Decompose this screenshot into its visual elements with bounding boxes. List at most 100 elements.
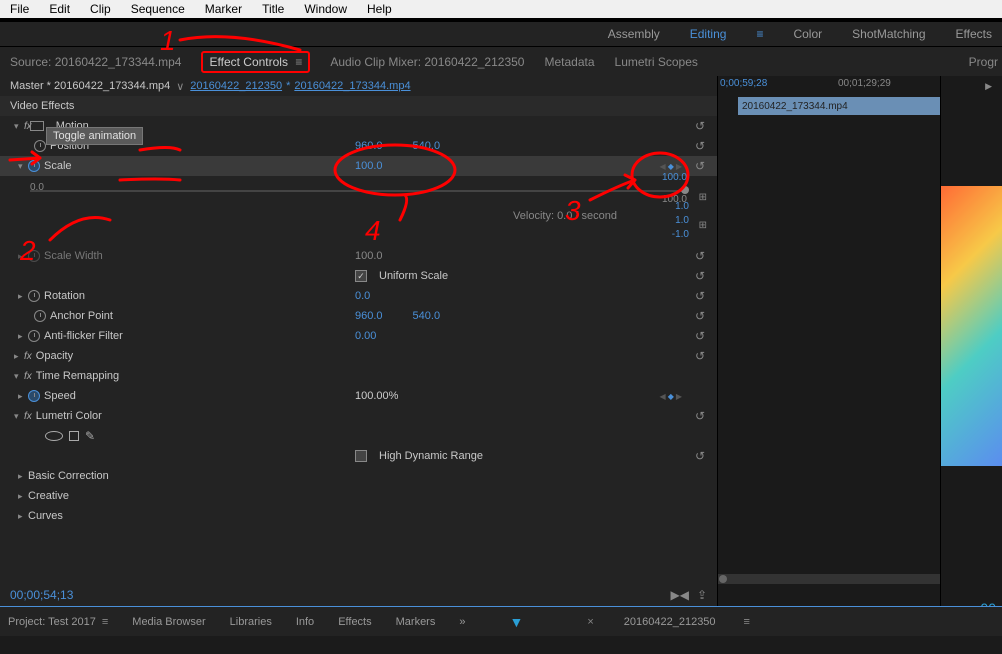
lumetri-basic[interactable]: ▸ Basic Correction [0,466,717,486]
timeline-playhead-icon[interactable]: ▼ [509,614,523,630]
current-timecode[interactable]: 00;00;54;13 [10,588,73,602]
menu-file[interactable]: File [4,2,35,16]
property-antiflicker[interactable]: ▸ Anti-flicker Filter 0.00 ↺ [0,326,717,346]
caret-right-icon[interactable]: ▸ [18,391,28,402]
caret-right-icon[interactable]: ▸ [18,491,28,502]
position-y-value[interactable]: 540.0 [413,140,441,152]
workspace-shotmatching[interactable]: ShotMatching [852,27,925,41]
tab-markers[interactable]: Markers [396,616,436,628]
breadcrumb-clip[interactable]: 20160422_173344.mp4 [294,80,410,92]
tab-effect-controls[interactable]: Effect Controls ≡ [201,51,310,73]
reset-icon[interactable]: ↺ [695,159,709,173]
pen-mask-icon[interactable]: ✎ [85,429,95,443]
add-keyframe-icon[interactable]: ◆ [668,162,674,171]
tab-metadata[interactable]: Metadata [544,55,594,69]
panel-menu-icon[interactable]: ≡ [102,616,108,628]
ellipse-mask-icon[interactable] [45,431,63,441]
workspace-color[interactable]: Color [793,27,822,41]
anchor-x-value[interactable]: 960.0 [355,310,383,322]
property-uniform-scale[interactable]: Uniform Scale ↺ [0,266,717,286]
tab-lumetri-scopes[interactable]: Lumetri Scopes [615,55,698,69]
uniform-scale-checkbox[interactable] [355,270,367,282]
caret-right-icon[interactable]: ▸ [18,291,28,302]
expand-icon[interactable]: ⊞ [699,220,707,231]
scrollbar-thumb[interactable] [719,575,727,583]
close-tab-icon[interactable]: × [587,616,593,628]
caret-right-icon[interactable]: ▸ [18,331,28,342]
menu-clip[interactable]: Clip [84,2,117,16]
caret-down-icon[interactable]: ▾ [14,121,24,132]
timeline-scrollbar[interactable] [718,574,940,584]
menu-edit[interactable]: Edit [43,2,76,16]
property-speed[interactable]: ▸ Speed 100.00% ◀ ◆ ▶ [0,386,717,406]
next-keyframe-icon[interactable]: ▶ [676,162,682,171]
next-keyframe-icon[interactable]: ▶ [676,392,682,401]
caret-right-icon[interactable]: ▸ [18,471,28,482]
stopwatch-icon[interactable] [34,310,46,322]
export-icon[interactable]: ⇪ [697,588,707,602]
effect-timeline[interactable]: 0;00;59;28 00;01;29;29 20160422_173344.m… [718,76,940,606]
antiflicker-value[interactable]: 0.00 [355,330,376,342]
caret-right-icon[interactable]: ▸ [18,251,28,262]
expand-icon[interactable]: ⊞ [699,192,707,203]
overflow-icon[interactable]: » [459,616,465,628]
stopwatch-icon[interactable] [28,390,40,402]
lumetri-creative[interactable]: ▸ Creative [0,486,717,506]
workspace-editing[interactable]: Editing [690,27,727,41]
reset-icon[interactable]: ↺ [695,139,709,153]
menu-help[interactable]: Help [361,2,398,16]
scale-slider[interactable]: 100.0 0.0 100.0 ⊞ [0,176,717,206]
reset-icon[interactable]: ↺ [695,289,709,303]
speed-value[interactable]: 100.00% [355,390,398,402]
add-keyframe-icon[interactable]: ◆ [668,392,674,401]
stopwatch-icon[interactable] [28,160,40,172]
tab-info[interactable]: Info [296,616,314,628]
reset-icon[interactable]: ↺ [695,409,709,423]
menu-sequence[interactable]: Sequence [125,2,191,16]
fx-badge-icon[interactable]: fx [24,351,32,362]
menu-window[interactable]: Window [298,2,353,16]
prev-keyframe-icon[interactable]: ◀ [660,162,666,171]
effect-lumetri[interactable]: ▾ fx Lumetri Color ↺ [0,406,717,426]
property-rotation[interactable]: ▸ Rotation 0.0 ↺ [0,286,717,306]
caret-down-icon[interactable]: ▾ [14,371,24,382]
property-scale[interactable]: ▾ Scale 100.0 ◀ ◆ ▶ ↺ [0,156,717,176]
caret-right-icon[interactable]: ▸ [18,511,28,522]
property-anchor-point[interactable]: Anchor Point 960.0 540.0 ↺ [0,306,717,326]
reset-icon[interactable]: ↺ [695,449,709,463]
workspace-menu-icon[interactable]: ≡ [756,27,763,41]
stopwatch-icon[interactable] [28,250,40,262]
anchor-y-value[interactable]: 540.0 [413,310,441,322]
workspace-assembly[interactable]: Assembly [608,27,660,41]
prev-keyframe-icon[interactable]: ◀ [660,392,666,401]
stopwatch-icon[interactable] [34,140,46,152]
reset-icon[interactable]: ↺ [695,329,709,343]
reset-icon[interactable]: ↺ [695,269,709,283]
tab-audio-mixer[interactable]: Audio Clip Mixer: 20160422_212350 [330,55,524,69]
stopwatch-icon[interactable] [28,290,40,302]
motion-transform-icon[interactable] [30,121,44,131]
timeline-clip[interactable]: 20160422_173344.mp4 [738,97,940,115]
breadcrumb-sequence[interactable]: 20160422_212350 [190,80,282,92]
reset-icon[interactable]: ↺ [695,119,709,133]
scale-value[interactable]: 100.0 [355,160,383,172]
panel-menu-icon[interactable]: ≡ [744,616,750,628]
property-scale-width[interactable]: ▸ Scale Width 100.0 ↺ [0,246,717,266]
caret-right-icon[interactable]: ▸ [14,351,24,362]
caret-down-icon[interactable]: ▾ [14,411,24,422]
tab-project[interactable]: Project: Test 2017 [8,616,96,628]
workspace-effects[interactable]: Effects [956,27,992,41]
effect-time-remapping[interactable]: ▾ fx Time Remapping [0,366,717,386]
timeline-ruler[interactable]: 0;00;59;28 00;01;29;29 [718,76,940,96]
effect-opacity[interactable]: ▸ fx Opacity ↺ [0,346,717,366]
caret-down-icon[interactable]: ▾ [18,161,28,172]
reset-icon[interactable]: ↺ [695,309,709,323]
hdr-checkbox[interactable] [355,450,367,462]
slider-track[interactable] [30,190,687,192]
lumetri-curves[interactable]: ▸ Curves [0,506,717,526]
rotation-value[interactable]: 0.0 [355,290,370,302]
reset-icon[interactable]: ↺ [695,349,709,363]
property-hdr[interactable]: High Dynamic Range ↺ [0,446,717,466]
fx-badge-icon[interactable]: fx [24,411,32,422]
panel-menu-icon[interactable]: ≡ [295,55,302,69]
